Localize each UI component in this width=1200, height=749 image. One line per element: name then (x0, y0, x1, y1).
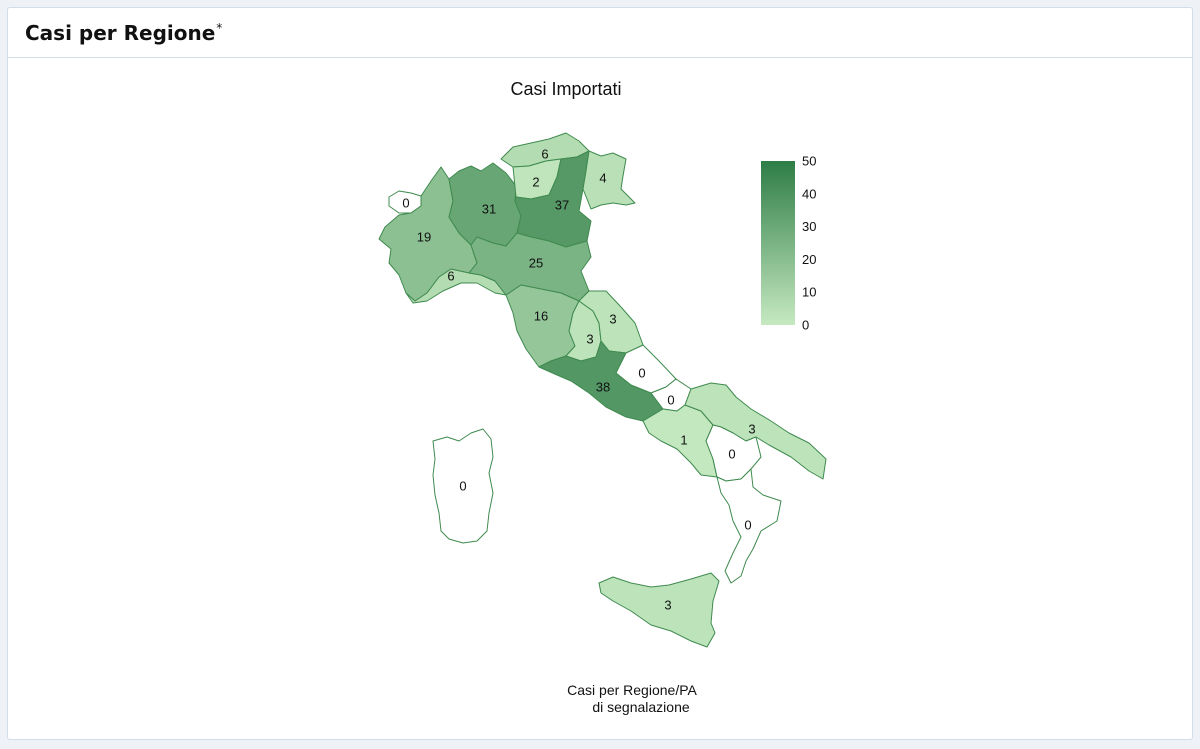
label-molise: 0 (667, 393, 674, 408)
italy-choropleth-map: Casi Importati 0 19 31 6 2 37 4 6 25 16 … (378, 79, 827, 715)
legend-tick-label: 50 (802, 154, 816, 169)
card-title: Casi per Regione* (25, 21, 222, 45)
legend-tick-label: 10 (802, 285, 816, 300)
legend-color-bar (761, 161, 795, 325)
label-valle-d-aosta: 0 (402, 196, 409, 211)
label-sicilia: 3 (664, 598, 671, 613)
label-liguria: 6 (447, 269, 454, 284)
region-friuli (582, 150, 636, 210)
label-puglia: 3 (748, 422, 755, 437)
legend-tick-label: 40 (802, 186, 816, 201)
card-title-mark: * (216, 20, 223, 35)
map-caption-line1: Casi per Regione/PA (567, 682, 697, 698)
cases-by-region-card: Casi per Regione* Casi Importati 0 19 31… (7, 7, 1193, 740)
label-alto-adige: 2 (532, 175, 539, 190)
color-legend: 50 40 30 20 10 0 (761, 154, 816, 333)
label-basilicata: 0 (728, 447, 735, 462)
label-veneto: 37 (555, 198, 569, 213)
legend-ticks: 50 40 30 20 10 0 (795, 154, 816, 333)
label-emilia-romagna: 25 (529, 256, 543, 271)
card-title-text: Casi per Regione (25, 20, 216, 45)
legend-tick-label: 0 (802, 318, 809, 333)
label-lazio: 38 (596, 380, 610, 395)
label-campania: 1 (680, 433, 687, 448)
label-marche: 3 (609, 312, 616, 327)
label-calabria: 0 (744, 518, 751, 533)
map-title: Casi Importati (510, 79, 621, 99)
label-umbria: 3 (586, 332, 593, 347)
card-header: Casi per Regione* (8, 8, 1192, 58)
legend-tick-label: 20 (802, 252, 816, 267)
label-abruzzo: 0 (638, 366, 645, 381)
label-piemonte: 19 (417, 230, 431, 245)
label-sardegna: 0 (459, 479, 466, 494)
region-sicilia (598, 572, 720, 648)
legend-tick-label: 30 (802, 219, 816, 234)
label-trentino: 6 (541, 147, 548, 162)
map-caption-line2: di segnalazione (592, 699, 690, 715)
label-friuli: 4 (599, 171, 606, 186)
label-lombardia: 31 (482, 202, 496, 217)
label-toscana: 16 (534, 309, 548, 324)
